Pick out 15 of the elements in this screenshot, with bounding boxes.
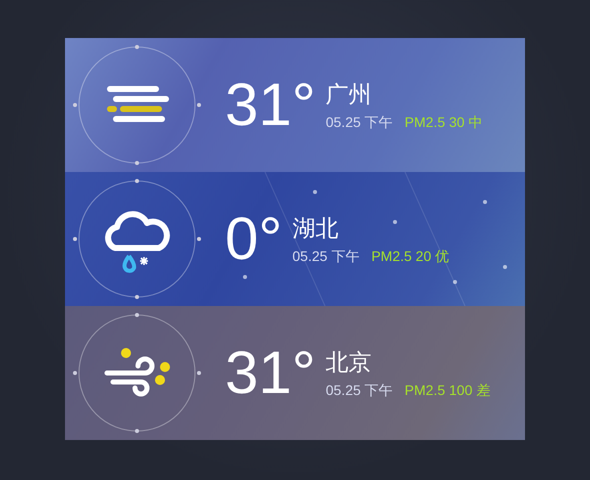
wind-icon [104,348,170,396]
temperature: 31° [225,343,316,403]
air-quality: PM2.5 20 优 [371,248,450,266]
city-name: 北京 [326,348,373,378]
air-quality: PM2.5 30 中 [404,114,482,132]
air-quality: PM2.5 100 差 [404,382,490,400]
temperature: 31° [225,75,316,135]
temperature: 0° [225,209,282,269]
city-name: 湖北 [292,214,340,244]
date-time: 05.25 下午 [326,382,393,400]
city-name: 广州 [326,80,373,110]
date-time: 05.25 下午 [292,248,360,266]
sleet-icon [105,211,170,273]
haze-icon [107,86,169,122]
date-time: 05.25 下午 [326,114,393,132]
